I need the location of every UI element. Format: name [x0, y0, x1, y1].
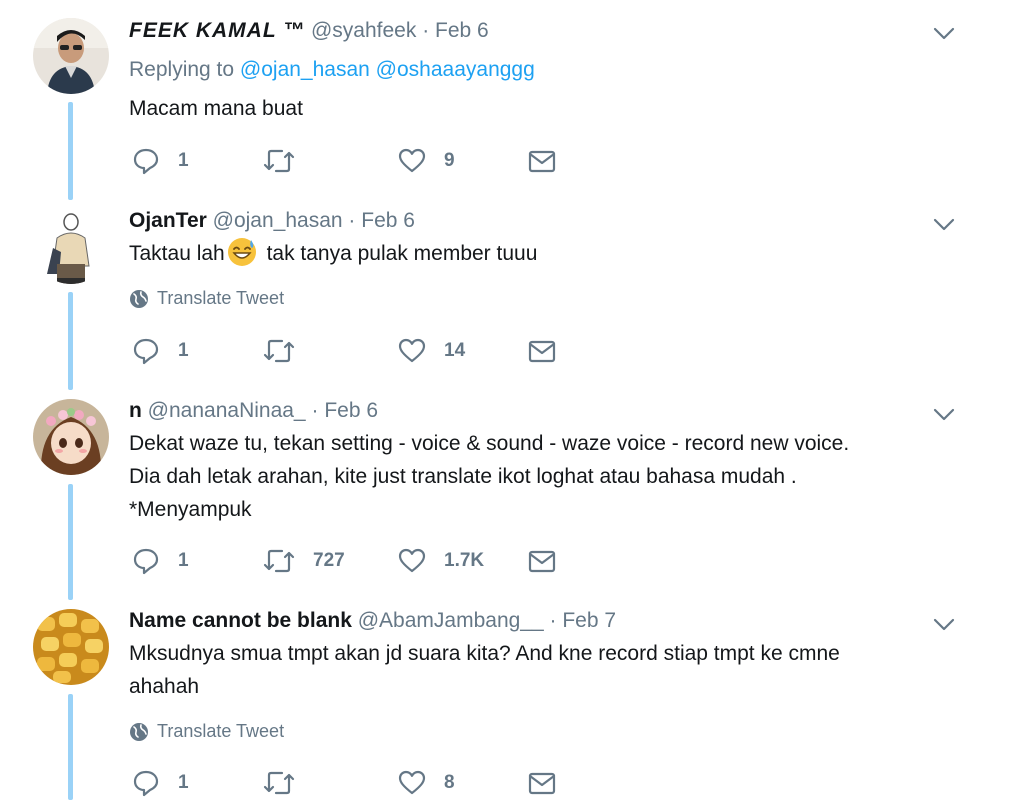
- retweet-button[interactable]: 727: [263, 546, 345, 576]
- tweet-header: Name cannot be blank @AbamJambang__ · Fe…: [129, 609, 616, 633]
- avatar[interactable]: [33, 208, 109, 284]
- tweet[interactable]: Name cannot be blank @AbamJambang__ · Fe…: [0, 600, 1013, 800]
- globe-icon: [130, 289, 148, 308]
- user-handle[interactable]: @syahfeek: [311, 19, 416, 42]
- retweet-icon: [263, 149, 295, 173]
- tweet-header: OjanTer @ojan_hasan · Feb 6: [129, 209, 415, 233]
- mention-link[interactable]: @oshaaayanggg: [376, 58, 535, 81]
- tweet-text: Dekat waze tu, tekan setting - voice & s…: [129, 427, 969, 526]
- tweet[interactable]: n @nananaNinaa_ · Feb 6 Dekat waze tu, t…: [0, 390, 1013, 600]
- retweet-icon: [263, 771, 295, 795]
- message-button[interactable]: [528, 336, 556, 366]
- tweet[interactable]: OjanTer @ojan_hasan · Feb 6 Taktau lah t…: [0, 195, 1013, 390]
- translate-label: Translate Tweet: [157, 288, 285, 308]
- chevron-down-icon[interactable]: [932, 212, 956, 236]
- heart-icon: [398, 148, 426, 173]
- heart-icon: [398, 770, 426, 795]
- retweet-count: 727: [313, 550, 345, 571]
- display-name[interactable]: n: [129, 399, 142, 422]
- reply-count: 1: [178, 340, 189, 361]
- like-count: 14: [444, 340, 466, 361]
- message-button[interactable]: [528, 546, 556, 576]
- like-button[interactable]: 9: [398, 146, 455, 176]
- like-button[interactable]: 1.7K: [398, 546, 484, 576]
- like-button[interactable]: 8: [398, 768, 455, 798]
- display-name[interactable]: OjanTer: [129, 209, 207, 232]
- chevron-down-icon[interactable]: [932, 402, 956, 426]
- retweet-icon: [263, 339, 295, 363]
- avatar[interactable]: [33, 399, 109, 475]
- tweet-text-part: tak tanya pulak member tuuu: [260, 242, 538, 265]
- reply-icon: [133, 148, 159, 175]
- retweet-button[interactable]: [263, 336, 313, 366]
- heart-icon: [398, 548, 426, 573]
- tweet-text-part: Taktau lah: [129, 242, 225, 265]
- tweet[interactable]: FEEK KAMAL ™ @syahfeek · Feb 6 Replying …: [0, 0, 1013, 195]
- retweet-button[interactable]: [263, 146, 313, 176]
- tweet-text-line: Dekat waze tu, tekan setting - voice & s…: [129, 432, 850, 455]
- retweet-button[interactable]: [263, 768, 313, 798]
- user-handle[interactable]: @nananaNinaa_: [148, 399, 306, 422]
- separator-dot: ·: [348, 209, 356, 232]
- tweet-text-line: *Menyampuk: [129, 498, 252, 521]
- tweet-text: Mksudnya smua tmpt akan jd suara kita? A…: [129, 637, 969, 703]
- chevron-down-icon[interactable]: [932, 612, 956, 636]
- timestamp[interactable]: Feb 6: [324, 399, 378, 422]
- like-count: 9: [444, 150, 455, 171]
- envelope-icon: [528, 340, 556, 363]
- envelope-icon: [528, 550, 556, 573]
- message-button[interactable]: [528, 768, 556, 798]
- like-button[interactable]: 14: [398, 336, 465, 366]
- tweet-text-line: Mksudnya smua tmpt akan jd suara kita? A…: [129, 642, 840, 665]
- mention-link[interactable]: @ojan_hasan: [240, 58, 370, 81]
- timestamp[interactable]: Feb 6: [361, 209, 415, 232]
- separator-dot: ·: [549, 609, 557, 632]
- translate-tweet-link[interactable]: Translate Tweet: [129, 721, 284, 742]
- reply-button[interactable]: 1: [132, 546, 189, 576]
- chevron-down-icon[interactable]: [932, 21, 956, 45]
- envelope-icon: [528, 772, 556, 795]
- timestamp[interactable]: Feb 6: [435, 19, 489, 42]
- tweet-text-line: Dia dah letak arahan, kite just translat…: [129, 465, 797, 488]
- display-name[interactable]: Name cannot be blank: [129, 609, 352, 632]
- message-button[interactable]: [528, 146, 556, 176]
- avatar[interactable]: [33, 18, 109, 94]
- reply-count: 1: [178, 772, 189, 793]
- globe-icon: [130, 722, 148, 741]
- tweet-header: n @nananaNinaa_ · Feb 6: [129, 399, 378, 423]
- reply-count: 1: [178, 550, 189, 571]
- timestamp[interactable]: Feb 7: [562, 609, 616, 632]
- tweet-header: FEEK KAMAL ™ @syahfeek · Feb 6: [129, 19, 489, 43]
- like-count: 8: [444, 772, 455, 793]
- grinning-sweat-emoji-icon: [227, 238, 256, 266]
- replying-to-label: Replying to: [129, 58, 235, 81]
- reply-button[interactable]: 1: [132, 768, 189, 798]
- translate-label: Translate Tweet: [157, 721, 285, 741]
- display-name[interactable]: FEEK KAMAL ™: [129, 19, 305, 42]
- tweet-text: Macam mana buat: [129, 97, 303, 120]
- separator-dot: ·: [422, 19, 430, 42]
- reply-button[interactable]: 1: [132, 146, 189, 176]
- reply-icon: [133, 548, 159, 575]
- reply-icon: [133, 338, 159, 365]
- envelope-icon: [528, 150, 556, 173]
- replying-to: Replying to @ojan_hasan @oshaaayanggg: [129, 58, 535, 82]
- avatar[interactable]: [33, 609, 109, 685]
- heart-icon: [398, 338, 426, 363]
- reply-count: 1: [178, 150, 189, 171]
- user-handle[interactable]: @AbamJambang__: [358, 609, 544, 632]
- like-count: 1.7K: [444, 550, 485, 571]
- reply-button[interactable]: 1: [132, 336, 189, 366]
- translate-tweet-link[interactable]: Translate Tweet: [129, 288, 284, 309]
- tweet-text: Taktau lah tak tanya pulak member tuuu: [129, 237, 969, 270]
- reply-icon: [133, 770, 159, 797]
- tweet-text-line: ahahah: [129, 675, 200, 698]
- user-handle[interactable]: @ojan_hasan: [213, 209, 343, 232]
- separator-dot: ·: [311, 399, 319, 422]
- retweet-icon: [263, 549, 295, 573]
